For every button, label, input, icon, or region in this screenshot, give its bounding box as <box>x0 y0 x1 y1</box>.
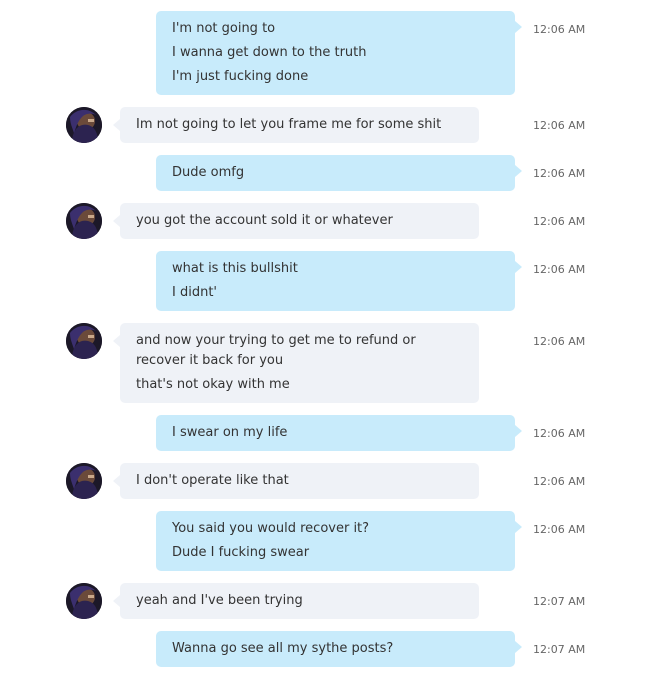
message-text: You said you would recover it? <box>172 521 370 536</box>
message-bubble[interactable]: and now your trying to get me to refund … <box>113 323 479 403</box>
user-avatar-icon[interactable] <box>66 463 102 499</box>
message-text: I wanna get down to the truth <box>172 45 367 60</box>
message-text: and now your trying to get me to refund … <box>136 333 416 368</box>
message-bubble[interactable]: yeah and I've been trying <box>113 583 479 619</box>
message-text: Im not going to let you frame me for som… <box>136 117 442 132</box>
message-text: that's not okay with me <box>136 377 290 392</box>
message-bubble[interactable]: I'm not going to I wanna get down to the … <box>156 11 522 95</box>
message-timestamp: 12:06 AM <box>533 427 586 440</box>
user-avatar-icon[interactable] <box>66 323 102 359</box>
message-text: you got the account sold it or whatever <box>136 213 393 228</box>
message-bubble[interactable]: Dude omfg <box>156 155 522 191</box>
message-bubble[interactable]: You said you would recover it? Dude I fuc… <box>156 511 522 571</box>
message-bubble[interactable]: I don't operate like that <box>113 463 479 499</box>
message-timestamp: 12:06 AM <box>533 335 586 348</box>
user-avatar-icon[interactable] <box>66 583 102 619</box>
message-text: yeah and I've been trying <box>136 593 303 608</box>
message-timestamp: 12:06 AM <box>533 215 586 228</box>
message-text: what is this bullshit <box>172 261 298 276</box>
message-timestamp: 12:06 AM <box>533 23 586 36</box>
message-text: I'm not going to <box>172 21 276 36</box>
message-timestamp: 12:06 AM <box>533 263 586 276</box>
user-avatar-icon[interactable] <box>66 203 102 239</box>
message-text: Dude I fucking swear <box>172 545 310 560</box>
message-text: Dude omfg <box>172 165 245 180</box>
message-timestamp: 12:07 AM <box>533 595 586 608</box>
message-bubble[interactable]: what is this bullshit I didnt' <box>156 251 522 311</box>
chat-conversation: I'm not going to I wanna get down to the … <box>0 0 654 690</box>
message-timestamp: 12:06 AM <box>533 523 586 536</box>
message-text: I swear on my life <box>172 425 288 440</box>
message-timestamp: 12:07 AM <box>533 643 586 656</box>
message-text: Wanna go see all my sythe posts? <box>172 641 394 656</box>
message-text: I don't operate like that <box>136 473 289 488</box>
message-bubble[interactable]: Wanna go see all my sythe posts? <box>156 631 522 667</box>
message-timestamp: 12:06 AM <box>533 475 586 488</box>
message-bubble[interactable]: I swear on my life <box>156 415 522 451</box>
user-avatar-icon[interactable] <box>66 107 102 143</box>
message-timestamp: 12:06 AM <box>533 167 586 180</box>
message-text: I didnt' <box>172 285 217 300</box>
message-bubble[interactable]: you got the account sold it or whatever <box>113 203 479 239</box>
message-text: I'm just fucking done <box>172 69 309 84</box>
message-bubble[interactable]: Im not going to let you frame me for som… <box>113 107 479 143</box>
message-timestamp: 12:06 AM <box>533 119 586 132</box>
